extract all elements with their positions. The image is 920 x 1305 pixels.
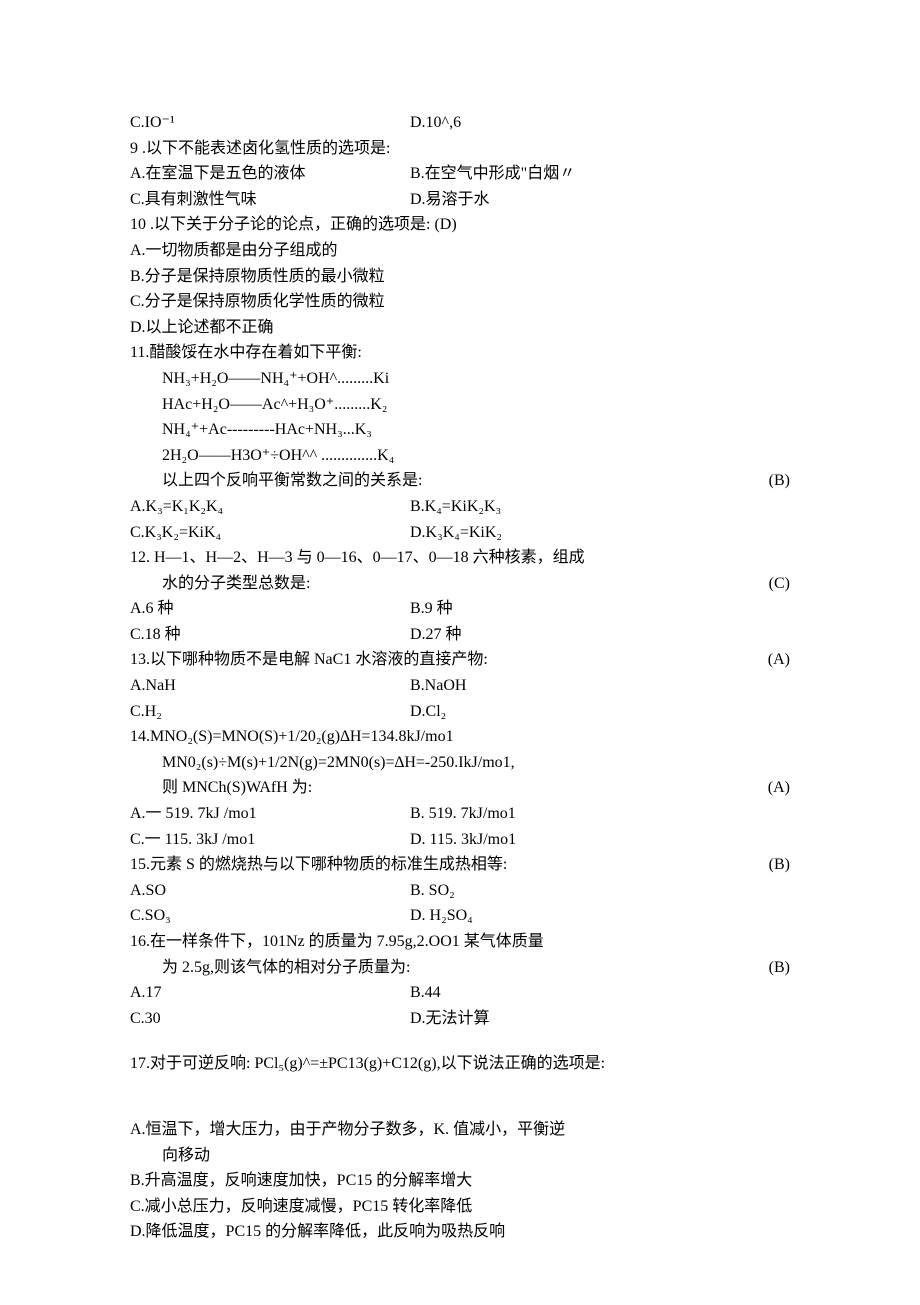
q9-option-c: C.具有刺激性气味 — [130, 187, 410, 213]
q16-line2-row: 为 2.5g,则该气体的相对分子质量为: (B) — [130, 955, 790, 981]
q16-answer: (B) — [750, 955, 790, 981]
q12-options-cd: C.18 种 D.27 种 — [130, 622, 790, 648]
q16-option-c: C.30 — [130, 1006, 410, 1032]
q17-option-b: B.升高温度，反响速度加快，PC15 的分解率增大 — [130, 1168, 790, 1194]
q11-eq3: NH₄⁺+Ac---------HAc+NH₃...K₃ — [130, 417, 790, 443]
q14-option-c: C.一 115. 3kJ /mo1 — [130, 827, 410, 853]
q14-line3: 则 MNCh(S)WAfH 为: — [130, 775, 750, 801]
q11-stem: 11.醋酸馁在水中存在着如下平衡: — [130, 340, 790, 366]
q8-options-cd: C.IO⁻¹ D.10^,6 — [130, 110, 790, 136]
q14-option-b: B. 519. 7kJ/mo1 — [410, 801, 790, 827]
q12-option-a: A.6 种 — [130, 596, 410, 622]
q8-option-d: D.10^,6 — [410, 110, 790, 136]
q17-option-d: D.降低温度，PC15 的分解率降低，此反响为吸热反响 — [130, 1219, 790, 1245]
q15-options-cd: C.SO₃ D. H₂SO₄ — [130, 903, 790, 929]
q11-relation-row: 以上四个反响平衡常数之间的关系是: (B) — [130, 468, 790, 494]
q14-option-a: A.一 519. 7kJ /mo1 — [130, 801, 410, 827]
q15-stem: 15.元素 S 的燃烧热与以下哪种物质的标准生成热相等: — [130, 852, 750, 878]
q17-option-c: C.减小总压力，反响速度减慢，PC15 转化率降低 — [130, 1194, 790, 1220]
q14-options-ab: A.一 519. 7kJ /mo1 B. 519. 7kJ/mo1 — [130, 801, 790, 827]
q17-option-a-line2: 向移动 — [130, 1143, 790, 1169]
q15-option-a: A.SO — [130, 878, 410, 904]
q14-line2: MN0₂(s)÷M(s)+1/2N(g)=2MN0(s)=∆H=-250.IkJ… — [130, 750, 790, 776]
q11-options-cd: C.K₃K₂=KiK₄ D.K₃K₄=KiK₂ — [130, 520, 790, 546]
q10-option-d: D.以上论述都不正确 — [130, 315, 790, 341]
q12-options-ab: A.6 种 B.9 种 — [130, 596, 790, 622]
q13-options-cd: C.H₂ D.Cl₂ — [130, 699, 790, 725]
q11-option-c: C.K₃K₂=KiK₄ — [130, 520, 410, 546]
q13-option-b: B.NaOH — [410, 673, 790, 699]
q11-eq2: HAc+H₂O——Ac^+H₃O⁺.........K₂ — [130, 392, 790, 418]
q16-line2: 为 2.5g,则该气体的相对分子质量为: — [130, 955, 750, 981]
q16-line1: 16.在一样条件下，101Nz 的质量为 7.95g,2.OO1 某气体质量 — [130, 929, 790, 955]
q13-options-ab: A.NaH B.NaOH — [130, 673, 790, 699]
q13-option-d: D.Cl₂ — [410, 699, 790, 725]
q13-option-a: A.NaH — [130, 673, 410, 699]
q13-answer: (A) — [750, 647, 790, 673]
q12-stem2-row: 水的分子类型总数是: (C) — [130, 571, 790, 597]
q14-option-d: D. 115. 3kJ/mo1 — [410, 827, 790, 853]
q16-option-d: D.无法计算 — [410, 1006, 790, 1032]
q16-options-ab: A.17 B.44 — [130, 980, 790, 1006]
q15-answer: (B) — [750, 852, 790, 878]
q14-answer: (A) — [750, 775, 790, 801]
q11-eq4: 2H₂O——H3O⁺÷OH^^ ..............K₄ — [130, 443, 790, 469]
q16-option-a: A.17 — [130, 980, 410, 1006]
q11-eq1: NH₃+H₂O——NH₄⁺+OH^.........Ki — [130, 366, 790, 392]
q11-options-ab: A.K₃=K₁K₂K₄ B.K₄=KiK₂K₃ — [130, 494, 790, 520]
q15-option-c: C.SO₃ — [130, 903, 410, 929]
q15-option-d: D. H₂SO₄ — [410, 903, 790, 929]
q10-stem: 10 .以下关于分子论的论点，正确的选项是: (D) — [130, 212, 790, 238]
q12-option-d: D.27 种 — [410, 622, 790, 648]
q9-option-b: B.在空气中形成"白烟〃 — [410, 161, 790, 187]
q12-stem2: 水的分子类型总数是: — [130, 571, 750, 597]
q11-answer: (B) — [750, 468, 790, 494]
q9-options-ab: A.在室温下是五色的液体 B.在空气中形成"白烟〃 — [130, 161, 790, 187]
q9-stem: 9 .以下不能表述卤化氢性质的选项是: — [130, 136, 790, 162]
q13-stem-row: 13.以下哪种物质不是电解 NaC1 水溶液的直接产物: (A) — [130, 647, 790, 673]
q12-option-c: C.18 种 — [130, 622, 410, 648]
q9-option-d: D.易溶于水 — [410, 187, 790, 213]
q14-line3-row: 则 MNCh(S)WAfH 为: (A) — [130, 775, 790, 801]
q11-relation: 以上四个反响平衡常数之间的关系是: — [130, 468, 750, 494]
q12-answer: (C) — [750, 571, 790, 597]
q14-line1: 14.MNO₂(S)=MNO(S)+1/20₂(g)∆H=134.8kJ/mo1 — [130, 724, 790, 750]
q15-stem-row: 15.元素 S 的燃烧热与以下哪种物质的标准生成热相等: (B) — [130, 852, 790, 878]
q8-option-c: C.IO⁻¹ — [130, 110, 410, 136]
q15-options-ab: A.SO B. SO₂ — [130, 878, 790, 904]
q12-stem1: 12. H—1、H—2、H—3 与 0—16、0—17、0—18 六种核素，组成 — [130, 545, 790, 571]
q9-options-cd: C.具有刺激性气味 D.易溶于水 — [130, 187, 790, 213]
q14-options-cd: C.一 115. 3kJ /mo1 D. 115. 3kJ/mo1 — [130, 827, 790, 853]
q13-option-c: C.H₂ — [130, 699, 410, 725]
q12-option-b: B.9 种 — [410, 596, 790, 622]
q10-option-c: C.分子是保持原物质化学性质的微粒 — [130, 289, 790, 315]
q15-option-b: B. SO₂ — [410, 878, 790, 904]
q11-option-b: B.K₄=KiK₂K₃ — [410, 494, 790, 520]
q13-stem: 13.以下哪种物质不是电解 NaC1 水溶液的直接产物: — [130, 647, 750, 673]
q16-option-b: B.44 — [410, 980, 790, 1006]
q10-option-a: A.一切物质都是由分子组成的 — [130, 238, 790, 264]
q17-stem: 17.对于可逆反响: PCl₅(g)^=±PC13(g)+C12(g),以下说法… — [130, 1051, 790, 1077]
q9-option-a: A.在室温下是五色的液体 — [130, 161, 410, 187]
q10-option-b: B.分子是保持原物质性质的最小微粒 — [130, 264, 790, 290]
q11-option-a: A.K₃=K₁K₂K₄ — [130, 494, 410, 520]
q11-option-d: D.K₃K₄=KiK₂ — [410, 520, 790, 546]
q17-option-a-line1: A.恒温下，增大压力，由于产物分子数多，K. 值减小，平衡逆 — [130, 1117, 790, 1143]
q16-options-cd: C.30 D.无法计算 — [130, 1006, 790, 1032]
